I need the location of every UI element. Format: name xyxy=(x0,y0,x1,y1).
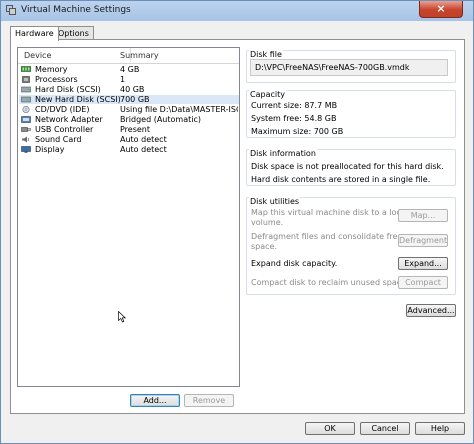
disk-utilities-title: Disk utilities xyxy=(249,197,301,206)
close-icon: × xyxy=(436,2,446,15)
mouse-cursor-icon xyxy=(118,311,126,323)
device-name: Processors xyxy=(35,75,78,84)
help-button[interactable]: Help xyxy=(415,422,465,435)
device-summary: 700 GB xyxy=(120,95,150,104)
system-free-label: System free: 54.8 GB xyxy=(251,114,337,123)
column-header-summary[interactable]: Summary xyxy=(120,51,159,60)
tab-options[interactable]: Options xyxy=(53,26,94,40)
defragment-description-line2: space. xyxy=(251,242,278,251)
device-list[interactable]: Device Summary Memory 4 GB Processors 1 … xyxy=(17,47,240,387)
hard-disk-icon xyxy=(21,86,31,93)
processor-icon xyxy=(22,76,30,83)
vmware-app-icon xyxy=(6,5,16,15)
expand-description: Expand disk capacity. xyxy=(251,259,338,268)
device-row-network-adapter[interactable]: Network Adapter Bridged (Automatic) xyxy=(19,115,239,124)
remove-device-button[interactable]: Remove xyxy=(184,394,234,407)
compact-button[interactable]: Compact xyxy=(398,276,448,289)
device-row-new-hard-disk[interactable]: New Hard Disk (SCSI) 700 GB xyxy=(19,95,239,104)
map-button[interactable]: Map... xyxy=(398,209,448,222)
device-row-cd-dvd[interactable]: CD/DVD (IDE) Using file D:\Data\MASTER-I… xyxy=(19,105,239,114)
device-row-display[interactable]: Display Auto detect xyxy=(19,145,239,154)
window-title: Virtual Machine Settings xyxy=(21,5,131,15)
device-summary: Present xyxy=(120,125,151,134)
column-header-device[interactable]: Device xyxy=(24,51,51,60)
display-icon xyxy=(21,146,31,153)
disk-info-preallocation-text: Disk space is not preallocated for this … xyxy=(251,162,444,171)
device-row-hard-disk[interactable]: Hard Disk (SCSI) 40 GB xyxy=(19,85,239,94)
device-summary: Bridged (Automatic) xyxy=(120,115,201,124)
device-list-header: Device Summary xyxy=(18,48,239,64)
advanced-button[interactable]: Advanced... xyxy=(406,304,456,317)
map-description-line1: Map this virtual machine disk to a local xyxy=(251,208,408,217)
disk-file-title: Disk file xyxy=(249,50,283,59)
maximum-size-label: Maximum size: 700 GB xyxy=(251,127,344,136)
defragment-button[interactable]: Defragment xyxy=(398,234,448,247)
device-summary: Using file D:\Data\MASTER-ISO... xyxy=(120,105,238,114)
disk-information-title: Disk information xyxy=(249,149,317,158)
compact-description: Compact disk to reclaim unused space. xyxy=(251,278,409,287)
expand-button[interactable]: Expand... xyxy=(398,257,448,270)
add-device-button[interactable]: Add... xyxy=(130,394,180,407)
device-name: Memory xyxy=(35,65,68,74)
title-bar[interactable]: Virtual Machine Settings × xyxy=(1,1,473,21)
device-summary: 4 GB xyxy=(120,65,140,74)
device-summary: Auto detect xyxy=(120,145,167,154)
cd-dvd-icon xyxy=(22,106,30,113)
device-row-usb-controller[interactable]: USB Controller Present xyxy=(19,125,239,134)
cancel-button[interactable]: Cancel xyxy=(360,422,410,435)
usb-icon xyxy=(21,127,31,132)
defragment-description-line1: Defragment files and consolidate free xyxy=(251,232,403,241)
device-name: Sound Card xyxy=(35,135,82,144)
capacity-title: Capacity xyxy=(249,90,286,99)
disk-file-path-field[interactable]: D:\VPC\FreeNAS\FreeNAS-700GB.vmdk xyxy=(250,59,448,76)
device-summary: Auto detect xyxy=(120,135,167,144)
map-description-line2: volume. xyxy=(251,218,284,227)
device-row-processors[interactable]: Processors 1 xyxy=(19,75,239,84)
device-row-sound-card[interactable]: Sound Card Auto detect xyxy=(19,135,239,144)
device-name: Display xyxy=(35,145,65,154)
current-size-label: Current size: 87.7 MB xyxy=(251,101,338,110)
device-summary: 40 GB xyxy=(120,85,145,94)
device-row-memory[interactable]: Memory 4 GB xyxy=(19,65,239,74)
memory-icon xyxy=(21,66,31,72)
tab-hardware[interactable]: Hardware xyxy=(10,26,59,41)
device-name: CD/DVD (IDE) xyxy=(35,105,90,114)
virtual-machine-settings-window: Virtual Machine Settings × Hardware Opti… xyxy=(0,0,474,444)
ok-button[interactable]: OK xyxy=(305,422,355,435)
device-name: New Hard Disk (SCSI) xyxy=(35,95,121,104)
network-adapter-icon xyxy=(21,116,31,123)
device-summary: 1 xyxy=(120,75,126,84)
close-button[interactable]: × xyxy=(419,1,463,18)
hard-disk-icon xyxy=(21,96,31,103)
sound-card-icon xyxy=(22,136,30,143)
device-name: Hard Disk (SCSI) xyxy=(35,85,101,94)
device-name: USB Controller xyxy=(35,125,94,134)
device-name: Network Adapter xyxy=(35,115,103,124)
disk-info-single-file-text: Hard disk contents are stored in a singl… xyxy=(251,175,431,184)
